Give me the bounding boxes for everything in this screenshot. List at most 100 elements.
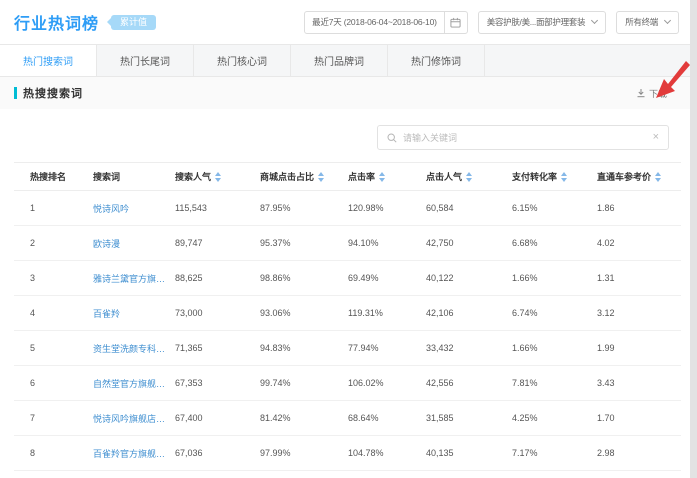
table-row: 2 欧诗漫 89,747 95.37% 94.10% 42,750 6.68% … [14, 226, 681, 261]
mall-click-ratio-cell: 95.37% [260, 238, 348, 248]
category-dropdown[interactable]: 美容护肤/美...面部护理套装 [478, 11, 606, 34]
sort-icon[interactable] [215, 172, 221, 182]
topbar: 行业热词榜 累计值 最近7天 (2018-06-04~2018-06-10) 美… [0, 0, 697, 44]
search-box[interactable]: × [377, 125, 669, 150]
ztc-ref-price-cell: 1.70 [597, 413, 681, 423]
column-header[interactable]: 直通车参考价 [597, 170, 681, 183]
page-edge-strip [690, 0, 697, 478]
ztc-ref-price-cell: 3.12 [597, 308, 681, 318]
pay-conversion-cell: 6.74% [512, 308, 597, 318]
ztc-ref-price-cell: 1.99 [597, 343, 681, 353]
keyword-link[interactable]: 欧诗漫 [93, 237, 175, 250]
pay-conversion-cell: 6.15% [512, 203, 597, 213]
column-header[interactable]: 支付转化率 [512, 170, 597, 183]
search-popularity-cell: 67,353 [175, 378, 260, 388]
keyword-link[interactable]: 自然堂官方旗舰店官... [93, 377, 175, 390]
hot-words-table: 热搜排名 搜索词 搜索人气 商城点击占比 点击率 点击人气 [14, 162, 681, 471]
rank-cell: 6 [14, 378, 93, 388]
search-popularity-cell: 71,365 [175, 343, 260, 353]
click-rate-cell: 106.02% [348, 378, 426, 388]
clear-icon[interactable]: × [653, 132, 659, 143]
search-popularity-cell: 88,625 [175, 273, 260, 283]
click-rate-cell: 119.31% [348, 308, 426, 318]
ztc-ref-price-cell: 4.02 [597, 238, 681, 248]
column-label: 热搜排名 [30, 170, 66, 183]
rank-cell: 4 [14, 308, 93, 318]
ztc-ref-price-cell: 1.86 [597, 203, 681, 213]
search-popularity-cell: 73,000 [175, 308, 260, 318]
mall-click-ratio-cell: 94.83% [260, 343, 348, 353]
tab[interactable]: 热门品牌词 [291, 45, 388, 76]
search-popularity-cell: 67,036 [175, 448, 260, 458]
rank-cell: 2 [14, 238, 93, 248]
terminal-dropdown[interactable]: 所有终端 [616, 11, 679, 34]
mall-click-ratio-cell: 97.99% [260, 448, 348, 458]
tab[interactable]: 热门修饰词 [388, 45, 485, 76]
section-head: 热搜搜索词 下载 [0, 77, 697, 109]
mall-click-ratio-cell: 98.86% [260, 273, 348, 283]
search-input[interactable] [403, 133, 647, 143]
click-popularity-cell: 42,106 [426, 308, 512, 318]
pay-conversion-cell: 7.81% [512, 378, 597, 388]
mall-click-ratio-cell: 81.42% [260, 413, 348, 423]
search-icon [387, 133, 397, 143]
keyword-link[interactable]: 雅诗兰黛官方旗舰店... [93, 272, 175, 285]
hot-words-dashboard: 行业热词榜 累计值 最近7天 (2018-06-04~2018-06-10) 美… [0, 0, 697, 478]
click-popularity-cell: 42,750 [426, 238, 512, 248]
column-header[interactable]: 商城点击占比 [260, 170, 348, 183]
keyword-link[interactable]: 资生堂洗颜专科官方旗舰 [93, 342, 175, 355]
keyword-link[interactable]: 悦诗风吟旗舰店官网 [93, 412, 175, 425]
page-title: 行业热词榜 [14, 10, 99, 34]
tab[interactable]: 热门长尾词 [97, 45, 194, 76]
section-title: 热搜搜索词 [23, 85, 83, 101]
search-popularity-cell: 115,543 [175, 203, 260, 213]
tab-bar: 热门搜索词热门长尾词热门核心词热门品牌词热门修饰词 [0, 44, 697, 77]
column-header[interactable]: 热搜排名 [14, 170, 93, 183]
sort-icon[interactable] [318, 172, 324, 182]
column-header[interactable]: 搜索人气 [175, 170, 260, 183]
terminal-dropdown-value: 所有终端 [625, 16, 658, 28]
tab[interactable]: 热门搜索词 [0, 45, 97, 76]
click-rate-cell: 69.49% [348, 273, 426, 283]
keyword-link[interactable]: 百雀羚官方旗舰店官网 [93, 447, 175, 460]
date-range-text: 最近7天 (2018-06-04~2018-06-10) [305, 16, 444, 28]
ztc-ref-price-cell: 2.98 [597, 448, 681, 458]
download-icon [636, 88, 646, 98]
rank-cell: 5 [14, 343, 93, 353]
tab[interactable]: 热门核心词 [194, 45, 291, 76]
pay-conversion-cell: 4.25% [512, 413, 597, 423]
keyword-link[interactable]: 百雀羚 [93, 307, 175, 320]
section-marker [14, 87, 17, 99]
sort-icon[interactable] [655, 172, 661, 182]
calendar-icon[interactable] [444, 12, 467, 33]
mall-click-ratio-cell: 87.95% [260, 203, 348, 213]
chevron-down-icon [664, 17, 671, 24]
sort-icon[interactable] [466, 172, 472, 182]
date-range-picker[interactable]: 最近7天 (2018-06-04~2018-06-10) [304, 11, 468, 34]
click-rate-cell: 94.10% [348, 238, 426, 248]
search-row: × [0, 109, 697, 162]
search-popularity-cell: 89,747 [175, 238, 260, 248]
click-rate-cell: 77.94% [348, 343, 426, 353]
column-label: 搜索词 [93, 170, 120, 183]
click-popularity-cell: 42,556 [426, 378, 512, 388]
sort-icon[interactable] [561, 172, 567, 182]
column-label: 支付转化率 [512, 170, 557, 183]
ztc-ref-price-cell: 1.31 [597, 273, 681, 283]
column-label: 商城点击占比 [260, 170, 314, 183]
sort-icon[interactable] [379, 172, 385, 182]
column-header[interactable]: 点击率 [348, 170, 426, 183]
keyword-link[interactable]: 悦诗风吟 [93, 202, 175, 215]
click-rate-cell: 68.64% [348, 413, 426, 423]
search-popularity-cell: 67,400 [175, 413, 260, 423]
column-header[interactable]: 点击人气 [426, 170, 512, 183]
pay-conversion-cell: 6.68% [512, 238, 597, 248]
column-header[interactable]: 搜索词 [93, 170, 175, 183]
annotation-arrow-icon [653, 58, 691, 100]
pay-conversion-cell: 1.66% [512, 273, 597, 283]
category-dropdown-value: 美容护肤/美...面部护理套装 [487, 16, 585, 28]
table-header-row: 热搜排名 搜索词 搜索人气 商城点击占比 点击率 点击人气 [14, 162, 681, 191]
click-rate-cell: 120.98% [348, 203, 426, 213]
rank-cell: 8 [14, 448, 93, 458]
pay-conversion-cell: 7.17% [512, 448, 597, 458]
